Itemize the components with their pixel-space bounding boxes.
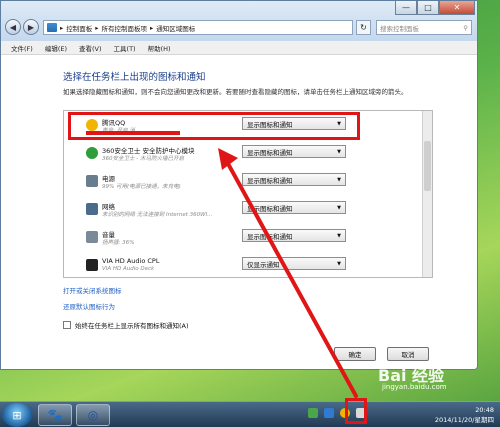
browser-icon: ◎ <box>87 408 99 422</box>
clock-date: 2014/11/20/星期四 <box>434 416 494 424</box>
window-controls: — □ ✕ <box>395 1 475 15</box>
behavior-select-value: 显示图标和通知 <box>247 148 293 157</box>
list-scrollbar[interactable] <box>422 111 432 277</box>
row-subtitle: 99% 可用(电源已接通，未充电) <box>102 184 181 190</box>
page-title: 选择在任务栏上出现的图标和通知 <box>63 72 206 83</box>
row-subtitle: 360安全卫士 - 木马防火墙已开启 <box>102 156 184 162</box>
list-item: 音量 扬声器: 36% 显示图标和通知 ▼ <box>64 225 422 253</box>
taskbar: ⊞ 🐾 ◎ 20:48 2014/11/20/星期四 <box>0 401 500 427</box>
behavior-select[interactable]: 显示图标和通知 ▼ <box>242 145 346 158</box>
baidu-paw-icon: 🐾 <box>47 408 63 422</box>
behavior-select[interactable]: 显示图标和通知 ▼ <box>242 201 346 214</box>
refresh-button[interactable]: ↻ <box>356 20 371 35</box>
chevron-down-icon: ▼ <box>337 260 341 267</box>
menu-tools[interactable]: 工具(T) <box>114 43 136 53</box>
toggle-system-icons-link[interactable]: 打开或关闭系统图标 <box>63 285 122 295</box>
search-input[interactable]: 搜索控制面板 ⚲ <box>376 20 472 35</box>
behavior-select[interactable]: 仅显示通知 ▼ <box>242 257 346 270</box>
menu-help[interactable]: 帮助(H) <box>148 43 171 53</box>
highlight-box <box>68 112 360 140</box>
breadcrumb-separator: ▸ <box>95 23 99 32</box>
behavior-select-value: 显示图标和通知 <box>247 204 293 213</box>
title-bar: — □ ✕ ◀ ▶ ▸ 控制面板 ▸ 所有控制面板项 ▸ 通知区域图标 ↻ 搜索… <box>1 1 477 41</box>
behavior-select[interactable]: 显示图标和通知 ▼ <box>242 173 346 186</box>
control-panel-icon <box>47 23 57 32</box>
speaker-icon <box>86 231 98 243</box>
network-icon <box>86 203 98 215</box>
redaction-bar <box>86 131 180 135</box>
maximize-button[interactable]: □ <box>417 1 439 15</box>
main-content: 选择在任务栏上出现的图标和通知 如果选择隐藏图标和通知，则不会向您通知更改和更新… <box>1 55 477 369</box>
menu-edit[interactable]: 编辑(E) <box>45 43 67 53</box>
breadcrumb-item-all-items[interactable]: 所有控制面板项 <box>102 23 148 33</box>
tray-highlight-box <box>345 398 367 424</box>
list-item: 网络 未识别的网络 无法连接到 Internet 360WI... 显示图标和通… <box>64 197 422 225</box>
list-item: 电源 99% 可用(电源已接通，未充电) 显示图标和通知 ▼ <box>64 169 422 197</box>
360-tray-icon[interactable] <box>324 408 334 418</box>
360-shield-icon <box>86 147 98 159</box>
page-description: 如果选择隐藏图标和通知，则不会向您通知更改和更新。若要随时查看隐藏的图标，请单击… <box>63 88 408 96</box>
always-show-checkbox[interactable] <box>63 321 71 329</box>
scrollbar-thumb[interactable] <box>424 141 431 191</box>
wifi-icon[interactable] <box>308 408 318 418</box>
search-icon: ⚲ <box>463 23 468 32</box>
nav-arrows: ◀ ▶ <box>5 19 39 35</box>
breadcrumb-item-control-panel[interactable]: 控制面板 <box>66 23 92 33</box>
always-show-option[interactable]: 始终在任务栏上显示所有图标和通知(A) <box>63 320 189 330</box>
chevron-down-icon: ▼ <box>337 176 341 183</box>
menu-bar: 文件(F) 编辑(E) 查看(V) 工具(T) 帮助(H) <box>1 41 477 55</box>
ok-button[interactable]: 确定 <box>334 347 376 361</box>
breadcrumb-item-notification-icons[interactable]: 通知区域图标 <box>156 23 195 33</box>
address-bar[interactable]: ▸ 控制面板 ▸ 所有控制面板项 ▸ 通知区域图标 <box>43 20 353 35</box>
breadcrumb-separator: ▸ <box>60 23 64 32</box>
menu-file[interactable]: 文件(F) <box>11 43 33 53</box>
behavior-select-value: 显示图标和通知 <box>247 176 293 185</box>
menu-view[interactable]: 查看(V) <box>79 43 102 53</box>
list-item: VIA HD Audio CPL VIA HD Audio Deck 仅显示通知… <box>64 253 422 277</box>
close-button[interactable]: ✕ <box>439 1 475 15</box>
clock[interactable]: 20:48 2014/11/20/星期四 <box>435 405 494 425</box>
behavior-select-value: 显示图标和通知 <box>247 232 293 241</box>
list-item: 360安全卫士 安全防护中心模块 360安全卫士 - 木马防火墙已开启 显示图标… <box>64 141 422 169</box>
search-placeholder: 搜索控制面板 <box>380 24 419 33</box>
always-show-label: 始终在任务栏上显示所有图标和通知(A) <box>75 322 189 330</box>
taskbar-item-baidu[interactable]: 🐾 <box>38 404 72 426</box>
forward-arrow-icon[interactable]: ▶ <box>23 19 39 35</box>
row-name: VIA HD Audio CPL <box>102 257 160 265</box>
row-subtitle: VIA HD Audio Deck <box>102 266 155 272</box>
control-panel-window: — □ ✕ ◀ ▶ ▸ 控制面板 ▸ 所有控制面板项 ▸ 通知区域图标 ↻ 搜索… <box>0 0 478 370</box>
minimize-button[interactable]: — <box>395 1 417 15</box>
behavior-select-value: 仅显示通知 <box>247 260 280 269</box>
cancel-button[interactable]: 取消 <box>387 347 429 361</box>
start-button[interactable]: ⊞ <box>2 403 32 427</box>
windows-logo-icon: ⊞ <box>12 408 22 422</box>
chevron-down-icon: ▼ <box>337 148 341 155</box>
clock-time: 20:48 <box>475 406 494 414</box>
behavior-select[interactable]: 显示图标和通知 ▼ <box>242 229 346 242</box>
breadcrumb-separator: ▸ <box>150 23 154 32</box>
restore-defaults-link[interactable]: 还原默认图标行为 <box>63 301 115 311</box>
battery-icon <box>86 175 98 187</box>
chevron-down-icon: ▼ <box>337 232 341 239</box>
chevron-down-icon: ▼ <box>337 204 341 211</box>
back-arrow-icon[interactable]: ◀ <box>5 19 21 35</box>
via-audio-icon <box>86 259 98 271</box>
baidu-watermark-url: jingyan.baidu.com <box>382 383 447 391</box>
taskbar-item-ie[interactable]: ◎ <box>76 404 110 426</box>
row-subtitle: 未识别的网络 无法连接到 Internet 360WI... <box>102 212 213 218</box>
row-subtitle: 扬声器: 36% <box>102 240 135 246</box>
